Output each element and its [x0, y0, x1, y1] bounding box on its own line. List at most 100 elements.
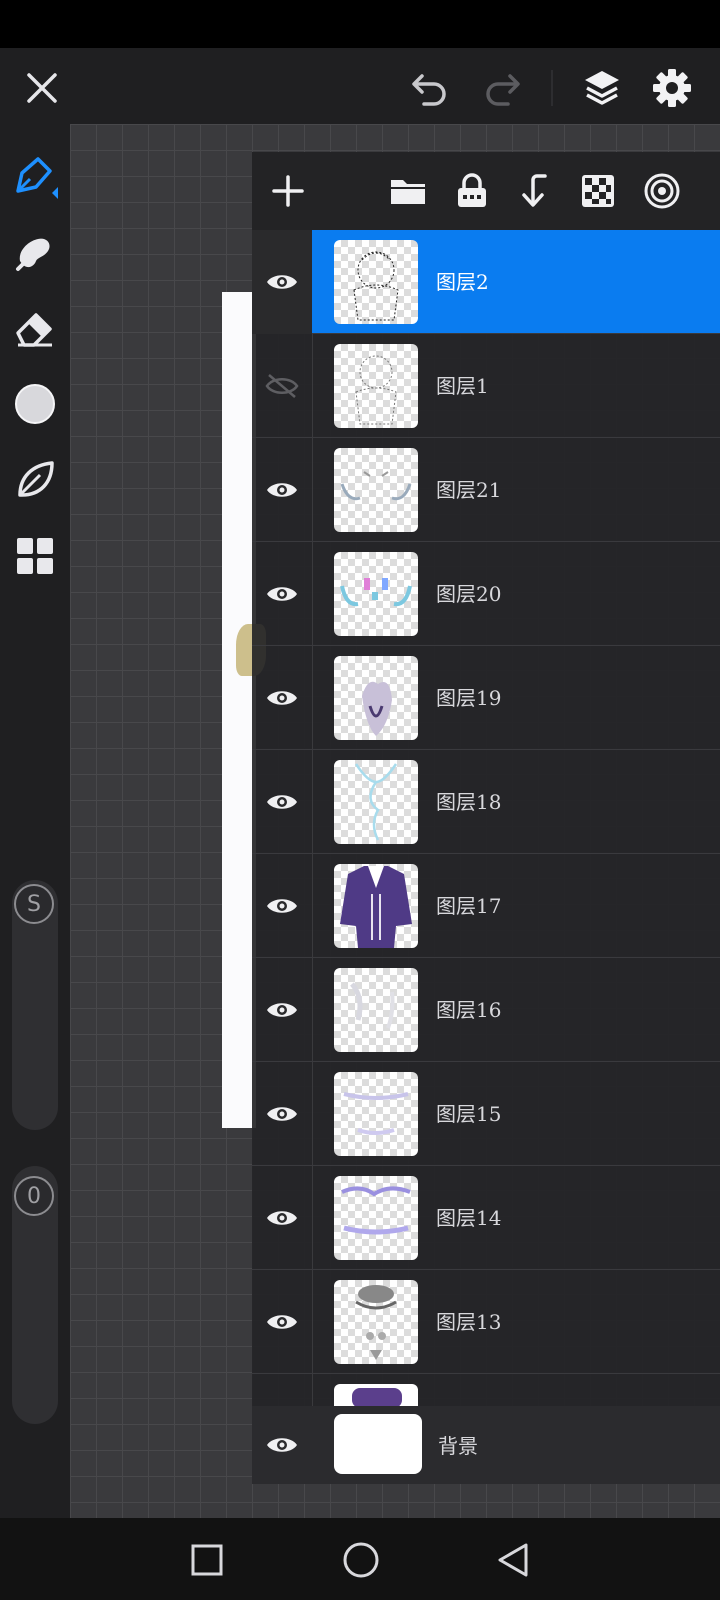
layer-row[interactable]: 图层20	[252, 542, 720, 646]
layer-name: 图层19	[436, 686, 502, 710]
add-layer-button[interactable]	[266, 169, 310, 213]
layer-row[interactable]: 图层18	[252, 750, 720, 854]
layers-panel: 图层2 图层1 图层21 图层20 图层19 图层18 图层17 图层16 图层15 图层14 图层…	[252, 152, 720, 1484]
recent-apps-button[interactable]	[186, 1539, 228, 1581]
layer-name: 图层2	[436, 270, 489, 294]
smudge-tool[interactable]	[11, 228, 59, 276]
close-icon	[27, 73, 57, 103]
settings-button[interactable]	[650, 66, 694, 110]
square-icon	[191, 1544, 223, 1576]
layer-row[interactable]: 图层1	[252, 334, 720, 438]
color-swatch-icon	[15, 384, 55, 424]
visibility-toggle[interactable]	[262, 1198, 302, 1238]
merge-down-icon	[522, 174, 547, 207]
opacity-slider-knob[interactable]: 0	[14, 1176, 54, 1216]
visibility-toggle[interactable]	[262, 678, 302, 718]
size-slider-label: S	[27, 891, 41, 917]
alpha-lock-icon	[582, 175, 614, 207]
merge-down-button[interactable]	[514, 169, 558, 213]
layers-button[interactable]	[580, 66, 624, 110]
layers-header	[252, 152, 720, 230]
background-layer-row[interactable]: 背景	[252, 1406, 720, 1484]
partial-layer-thumbnail	[334, 1384, 418, 1406]
opacity-slider-label: 0	[27, 1183, 41, 1209]
leaf-icon	[18, 461, 54, 497]
undo-icon	[412, 74, 446, 106]
visibility-toggle[interactable]	[262, 782, 302, 822]
layer-thumbnail	[334, 760, 418, 844]
layer-name: 图层14	[436, 1206, 502, 1230]
layer-name: 图层21	[436, 478, 502, 502]
eye-hidden-icon	[265, 374, 299, 398]
layer-mask-button[interactable]	[640, 169, 684, 213]
layer-row[interactable]: 图层2	[252, 230, 720, 334]
visibility-toggle[interactable]	[262, 1302, 302, 1342]
size-slider-knob[interactable]: S	[14, 884, 54, 924]
visibility-toggle[interactable]	[262, 1094, 302, 1134]
layer-row[interactable]: 图层13	[252, 1270, 720, 1374]
brush-tool[interactable]	[11, 152, 59, 200]
layer-thumbnail	[334, 968, 418, 1052]
circle-icon	[343, 1542, 379, 1578]
layer-name: 图层18	[436, 790, 502, 814]
eye-icon	[267, 1438, 297, 1452]
layer-thumbnail	[334, 448, 418, 532]
layer-thumbnail	[334, 1072, 418, 1156]
leaf-brush-tool[interactable]	[11, 456, 59, 504]
eye-icon	[267, 691, 297, 705]
layer-row[interactable]: 图层17	[252, 854, 720, 958]
redo-button[interactable]	[480, 66, 524, 110]
back-button[interactable]	[492, 1539, 534, 1581]
eye-icon	[267, 795, 297, 809]
visibility-toggle[interactable]	[262, 262, 302, 302]
grid-icon	[17, 538, 53, 574]
grid-tool[interactable]	[11, 532, 59, 580]
eye-icon	[267, 1211, 297, 1225]
visibility-toggle[interactable]	[262, 1425, 302, 1465]
layer-thumbnail	[334, 552, 418, 636]
background-thumbnail	[334, 1414, 422, 1474]
eye-icon	[267, 1107, 297, 1121]
visibility-toggle[interactable]	[262, 366, 302, 406]
layer-thumbnail	[334, 656, 418, 740]
eye-icon	[267, 275, 297, 289]
settings-icon	[653, 69, 691, 107]
status-bar	[0, 0, 720, 48]
layer-name: 图层16	[436, 998, 502, 1022]
eye-icon	[267, 587, 297, 601]
back-triangle-icon	[498, 1543, 528, 1577]
visibility-toggle[interactable]	[262, 990, 302, 1030]
color-picker[interactable]	[11, 380, 59, 428]
layer-thumbnail	[334, 1280, 418, 1364]
home-button[interactable]	[340, 1539, 382, 1581]
layer-row[interactable]: 图层15	[252, 1062, 720, 1166]
background-layer-name: 背景	[438, 1434, 478, 1458]
layer-folder-button[interactable]	[386, 169, 430, 213]
smudge-icon	[16, 238, 50, 271]
alpha-lock-button[interactable]	[576, 169, 620, 213]
lock-layer-button[interactable]	[450, 169, 494, 213]
eye-icon	[267, 1315, 297, 1329]
folder-icon	[391, 180, 425, 204]
layer-row[interactable]: 图层16	[252, 958, 720, 1062]
layer-name: 图层15	[436, 1102, 502, 1126]
layer-row[interactable]: 图层14	[252, 1166, 720, 1270]
layer-thumbnail	[334, 1176, 418, 1260]
canvas-paper[interactable]	[222, 292, 256, 1128]
eraser-tool[interactable]	[11, 304, 59, 352]
visibility-toggle[interactable]	[262, 470, 302, 510]
visibility-toggle[interactable]	[262, 574, 302, 614]
lock-icon	[458, 173, 486, 207]
toolbar-divider	[551, 70, 553, 106]
layers-icon	[585, 71, 619, 105]
brush-pen-icon	[16, 157, 58, 199]
layer-thumbnail	[334, 240, 418, 324]
layer-row[interactable]: 图层19	[252, 646, 720, 750]
visibility-toggle[interactable]	[262, 886, 302, 926]
close-button[interactable]	[20, 66, 64, 110]
layer-row[interactable]: 图层21	[252, 438, 720, 542]
undo-button[interactable]	[408, 66, 452, 110]
system-nav-bar	[0, 1518, 720, 1600]
redo-icon	[486, 74, 520, 106]
layer-name: 图层1	[436, 374, 489, 398]
